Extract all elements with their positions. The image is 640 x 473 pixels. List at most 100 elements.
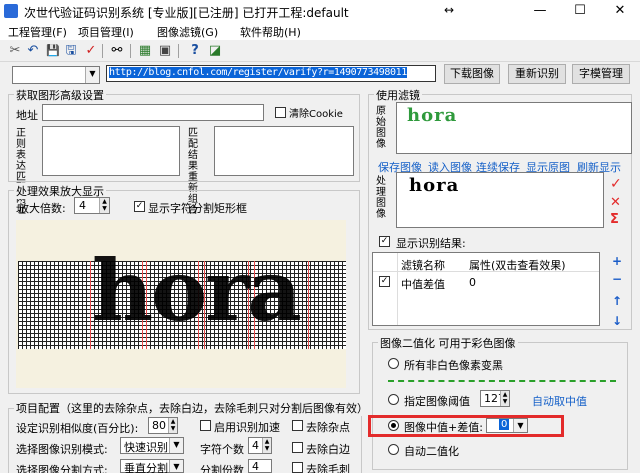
download-image-button[interactable]: 下载图像 [444,64,500,84]
chevron-down-icon: ▼ [85,67,99,83]
diff-value: 0 [499,419,510,430]
remove-margin-label: 去除白边 [306,443,350,456]
remove-filter-icon[interactable]: − [610,272,624,286]
remove-burr-checkbox[interactable] [292,462,303,473]
original-image: hora [407,105,477,127]
table-row[interactable]: ✓ 中值差值 0 [373,273,599,291]
chevron-down-icon: ▼ [169,438,183,453]
save-as-icon[interactable]: 🖫 [62,42,80,60]
original-image-label: 原始图像 [376,106,386,150]
accel-checkbox[interactable] [200,420,211,431]
url-input[interactable]: http://blog.cnfol.com/register/varify?r=… [106,65,436,82]
apply-check-icon[interactable]: ✓ [610,176,622,192]
address-input[interactable] [42,104,264,121]
delete-icon[interactable]: ✕ [610,195,621,210]
url-text: http://blog.cnfol.com/register/varify?r=… [109,67,407,78]
processed-image-text: hora [409,175,460,196]
project-config-title: 项目配置（这里的去除杂点，去除白边，去除毛刺只对分割后图像有效） [14,400,370,416]
zoom-grid: hora [18,249,346,349]
menu-help[interactable]: 软件帮助(H) [240,24,301,40]
binoculars-icon[interactable]: ⚯ [108,42,126,60]
chevron-down-icon: ▼ [169,460,183,472]
opt-median-diff-radio[interactable] [388,420,399,431]
image-icon[interactable]: ▦ [136,42,154,60]
opt-auto-binarize-radio[interactable] [388,444,399,455]
capture-icon[interactable]: ◪ [206,42,224,60]
show-rect-label: 显示字符分割矩形框 [148,202,247,215]
menu-filter[interactable]: 图像滤镜(G) [157,24,218,40]
char-count-value: 4 [252,439,259,452]
move-down-icon[interactable]: ↓ [610,314,624,328]
split-select[interactable]: 垂直分割 ▼ [120,459,184,473]
film-icon[interactable]: ▣ [156,42,174,60]
row-name: 中值差值 [401,278,445,291]
binarize-title: 图像二值化 可用于彩色图像 [378,335,518,351]
toolbar-separator [130,44,131,58]
menu-item[interactable]: 项目管理(I) [78,24,134,40]
split-value: 垂直分割 [124,462,168,473]
show-result-label: 显示识别结果: [396,237,466,250]
move-up-icon[interactable]: ↑ [610,294,624,308]
minimize-button[interactable]: — [520,0,560,22]
split-count-spinner[interactable]: 4 [248,459,272,473]
regex-input[interactable] [42,126,180,176]
zoom-spinner[interactable]: 4 ▲ ▼ [74,197,110,214]
add-filter-icon[interactable]: + [610,254,624,268]
fetch-settings-title: 获取图形高级设置 [14,87,106,103]
sum-icon[interactable]: Σ [610,212,619,227]
save-icon[interactable]: 💾 [44,42,62,60]
similarity-spinner[interactable]: 80 ▲ ▼ [148,417,178,434]
opt-median-diff-label: 图像中值+差值: [404,421,483,434]
help-icon[interactable]: ? [186,42,204,60]
opt-threshold-label: 指定图像阈值 [404,395,470,408]
chevron-down-icon: ▼ [513,419,527,432]
threshold-spinner[interactable]: 127 ▲ ▼ [480,390,510,407]
remove-noise-checkbox[interactable] [292,420,303,431]
remove-noise-label: 去除杂点 [306,421,350,434]
processed-image-box: hora [396,172,604,228]
toolbar-separator [178,44,179,58]
opt-all-black-radio[interactable] [388,358,399,369]
processed-image: hora [409,175,479,199]
menu-project[interactable]: 工程管理(F) [8,24,67,40]
mode-select[interactable]: 快速识别 ▼ [120,437,184,454]
split-count-label: 分割份数 [200,464,244,473]
window-title: 次世代验证码识别系统 [专业版][已注册] 已打开工程:default [24,6,349,20]
spinner-arrows-icon: ▲ ▼ [168,418,177,433]
zoom-value: 4 [79,199,86,212]
spinner-arrows-icon: ▲ ▼ [99,198,109,213]
zoom-label: 放大倍数: [18,202,66,215]
split-label: 选择图像分割方式: [16,464,108,473]
charlib-button[interactable]: 字模管理 [572,64,630,84]
check-icon[interactable]: ✓ [82,42,100,60]
show-rect-checkbox[interactable]: ✓ [134,201,145,212]
opt-auto-binarize-label: 自动二值化 [404,445,459,458]
show-result-checkbox[interactable]: ✓ [379,236,390,247]
app-icon [4,4,18,18]
char-count-spinner[interactable]: 4 ▲ ▼ [248,437,272,454]
recognize-again-button[interactable]: 重新识别 [508,64,566,84]
original-image-text: hora [407,105,458,126]
address-label: 地址 [16,109,38,122]
table-header-name: 滤镜名称 [401,259,445,272]
history-select[interactable]: ▼ [12,66,100,84]
undo-icon[interactable]: ↶ [24,42,42,60]
processed-image-label: 处理图像 [376,176,386,220]
mode-value: 快速识别 [124,441,168,454]
diff-select[interactable]: 0 ▼ [486,418,528,433]
scissors-icon[interactable]: ✂ [6,42,24,60]
row-checkbox[interactable]: ✓ [379,276,390,287]
divider [388,380,616,382]
opt-threshold-radio[interactable] [388,394,399,405]
remove-margin-checkbox[interactable] [292,442,303,453]
match-input[interactable] [214,126,354,176]
maximize-button[interactable]: ☐ [560,0,600,22]
spinner-arrows-icon: ▲ ▼ [262,438,271,453]
filter-title: 使用滤镜 [374,87,422,103]
close-button[interactable]: ✕ [600,0,640,22]
char-count-label: 字符个数 [200,443,244,456]
preview-text: hora [92,241,302,340]
clear-cookie-checkbox[interactable] [275,107,286,118]
auto-threshold-link[interactable]: 自动取中值 [532,393,587,409]
clear-cookie-label: 清除Cookie [289,109,343,120]
